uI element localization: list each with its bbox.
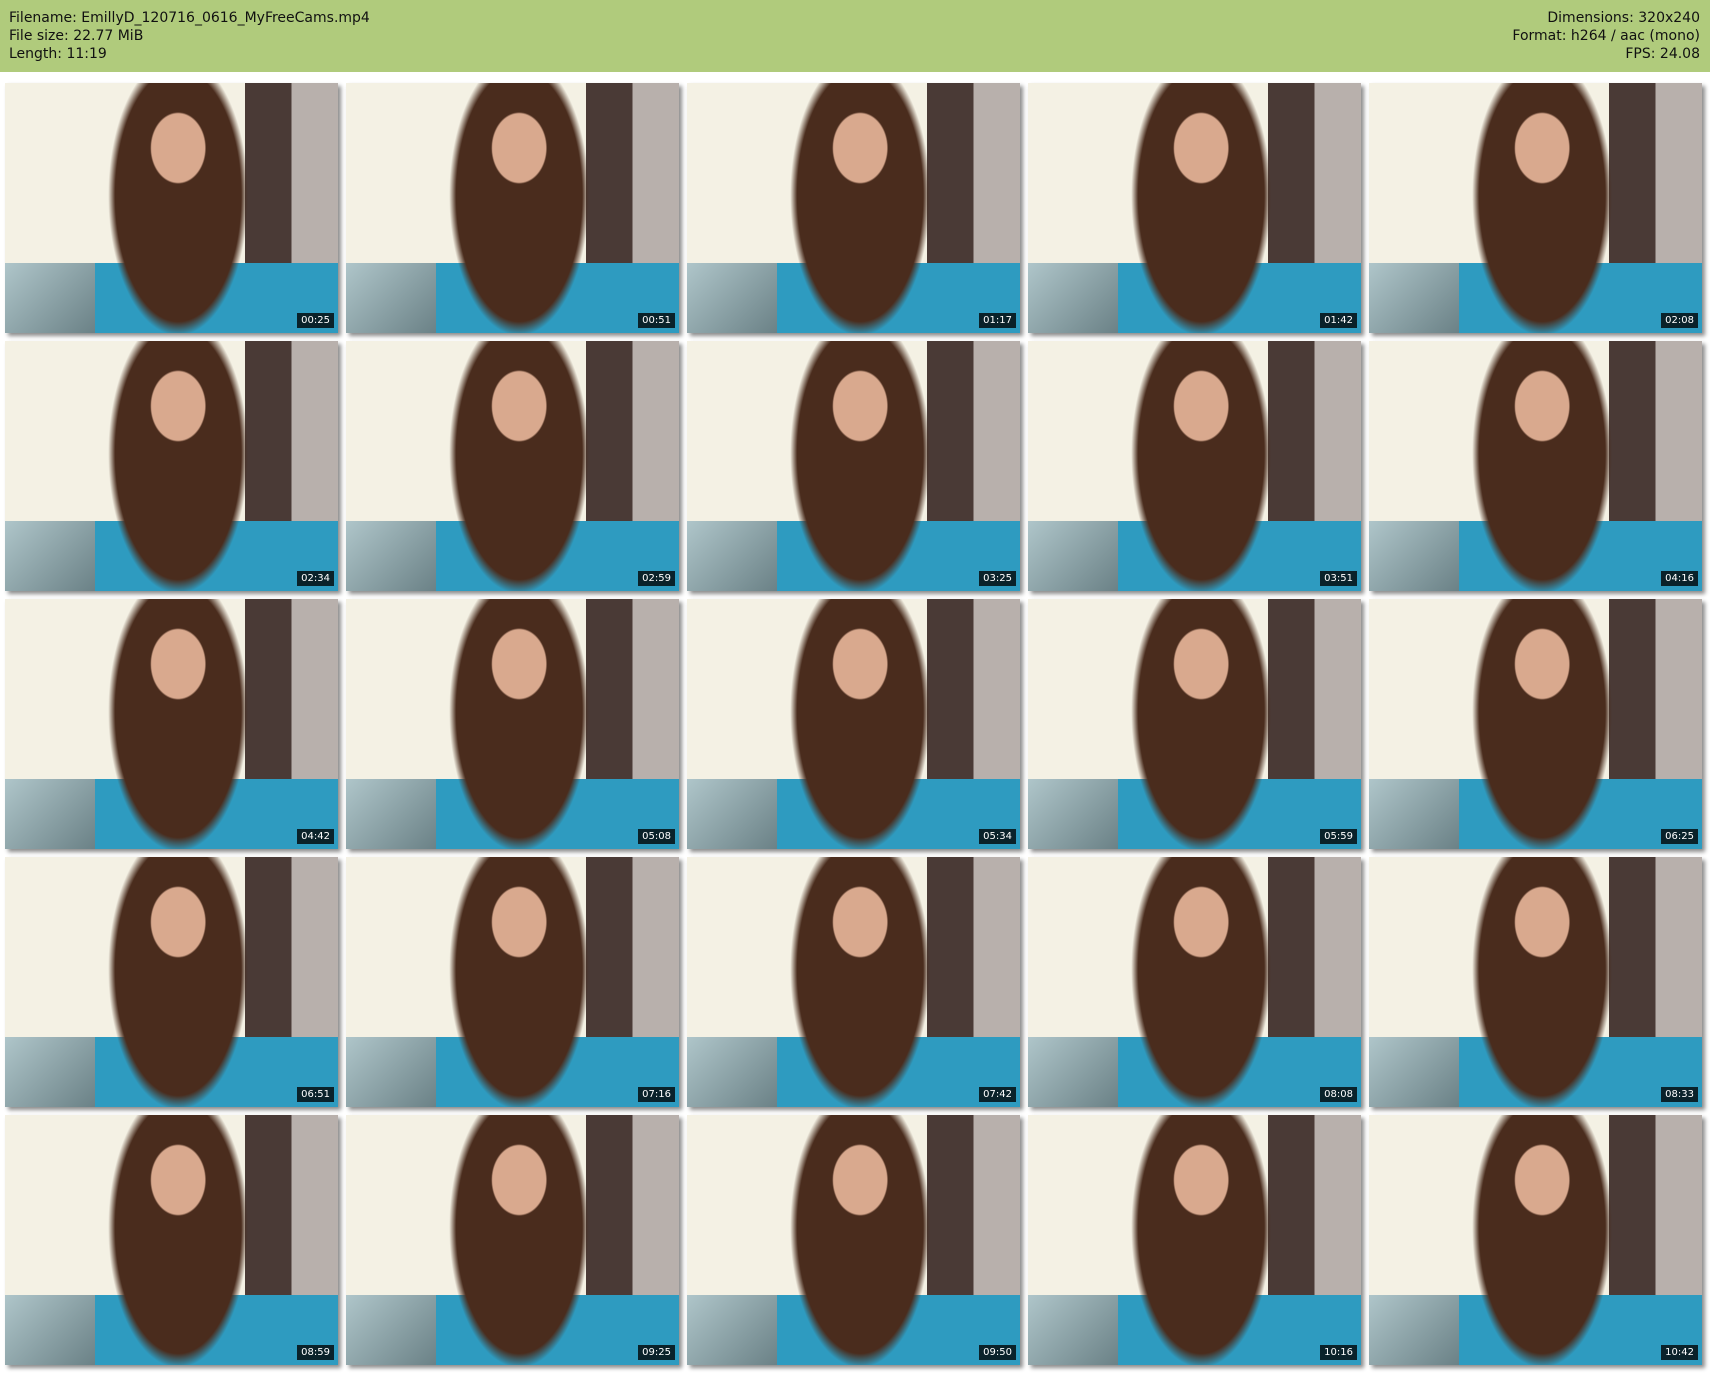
background-object [346, 263, 436, 333]
video-thumbnail: 05:08 [346, 599, 679, 849]
video-thumbnail: 07:42 [687, 857, 1020, 1107]
video-thumbnail: 00:25 [5, 83, 338, 333]
video-thumbnail: 06:51 [5, 857, 338, 1107]
background-object [1028, 1295, 1118, 1365]
video-thumbnail: 08:08 [1028, 857, 1361, 1107]
background-object [1028, 521, 1118, 591]
video-thumbnail: 09:25 [346, 1115, 679, 1365]
background-object [346, 1295, 436, 1365]
dimensions-text: Dimensions: 320x240 [1547, 10, 1700, 26]
timestamp-label: 08:59 [297, 1345, 334, 1360]
video-thumbnail: 04:16 [1369, 341, 1702, 591]
timestamp-label: 05:59 [1320, 829, 1357, 844]
background-object [1028, 263, 1118, 333]
timestamp-label: 07:42 [979, 1087, 1016, 1102]
video-thumbnail: 01:42 [1028, 83, 1361, 333]
video-thumbnail: 10:42 [1369, 1115, 1702, 1365]
background-object [5, 779, 95, 849]
fps-text: FPS: 24.08 [1625, 46, 1700, 62]
timestamp-label: 04:16 [1661, 571, 1698, 586]
timestamp-label: 03:25 [979, 571, 1016, 586]
timestamp-label: 01:17 [979, 313, 1016, 328]
background-object [5, 263, 95, 333]
timestamp-label: 06:51 [297, 1087, 334, 1102]
background-object [1369, 1037, 1459, 1107]
timestamp-label: 06:25 [1661, 829, 1698, 844]
video-thumbnail: 01:17 [687, 83, 1020, 333]
timestamp-label: 02:08 [1661, 313, 1698, 328]
background-object [687, 1037, 777, 1107]
video-thumbnail: 02:59 [346, 341, 679, 591]
background-object [5, 1295, 95, 1365]
timestamp-label: 08:08 [1320, 1087, 1357, 1102]
background-object [5, 1037, 95, 1107]
background-object [1369, 779, 1459, 849]
stream-info: Dimensions: 320x240 Format: h264 / aac (… [1512, 9, 1700, 63]
video-thumbnail: 09:50 [687, 1115, 1020, 1365]
timestamp-label: 05:34 [979, 829, 1016, 844]
background-object [346, 779, 436, 849]
timestamp-label: 04:42 [297, 829, 334, 844]
video-thumbnail: 05:34 [687, 599, 1020, 849]
background-object [687, 1295, 777, 1365]
timestamp-label: 09:50 [979, 1345, 1016, 1360]
timestamp-label: 02:59 [638, 571, 675, 586]
timestamp-label: 10:16 [1320, 1345, 1357, 1360]
video-thumbnail: 10:16 [1028, 1115, 1361, 1365]
video-thumbnail: 05:59 [1028, 599, 1361, 849]
video-thumbnail: 04:42 [5, 599, 338, 849]
timestamp-label: 08:33 [1661, 1087, 1698, 1102]
background-object [687, 779, 777, 849]
timestamp-label: 10:42 [1661, 1345, 1698, 1360]
filename-text: Filename: EmillyD_120716_0616_MyFreeCams… [9, 10, 370, 26]
filesize-text: File size: 22.77 MiB [9, 28, 144, 44]
background-object [687, 263, 777, 333]
background-object [1369, 521, 1459, 591]
video-thumbnail: 00:51 [346, 83, 679, 333]
timestamp-label: 00:51 [638, 313, 675, 328]
timestamp-label: 00:25 [297, 313, 334, 328]
timestamp-label: 07:16 [638, 1087, 675, 1102]
video-thumbnail: 02:08 [1369, 83, 1702, 333]
video-thumbnail: 07:16 [346, 857, 679, 1107]
timestamp-label: 05:08 [638, 829, 675, 844]
video-thumbnail: 08:59 [5, 1115, 338, 1365]
background-object [1369, 1295, 1459, 1365]
background-object [1028, 779, 1118, 849]
background-object [346, 1037, 436, 1107]
background-object [687, 521, 777, 591]
info-header: Filename: EmillyD_120716_0616_MyFreeCams… [0, 0, 1710, 72]
timestamp-label: 02:34 [297, 571, 334, 586]
timestamp-label: 01:42 [1320, 313, 1357, 328]
background-object [1028, 1037, 1118, 1107]
video-thumbnail: 08:33 [1369, 857, 1702, 1107]
length-text: Length: 11:19 [9, 46, 107, 62]
video-thumbnail: 02:34 [5, 341, 338, 591]
background-object [5, 521, 95, 591]
background-object [346, 521, 436, 591]
timestamp-label: 03:51 [1320, 571, 1357, 586]
background-object [1369, 263, 1459, 333]
video-thumbnail: 03:25 [687, 341, 1020, 591]
video-thumbnail: 06:25 [1369, 599, 1702, 849]
file-info: Filename: EmillyD_120716_0616_MyFreeCams… [9, 9, 370, 63]
timestamp-label: 09:25 [638, 1345, 675, 1360]
video-thumbnail: 03:51 [1028, 341, 1361, 591]
format-text: Format: h264 / aac (mono) [1512, 28, 1700, 44]
